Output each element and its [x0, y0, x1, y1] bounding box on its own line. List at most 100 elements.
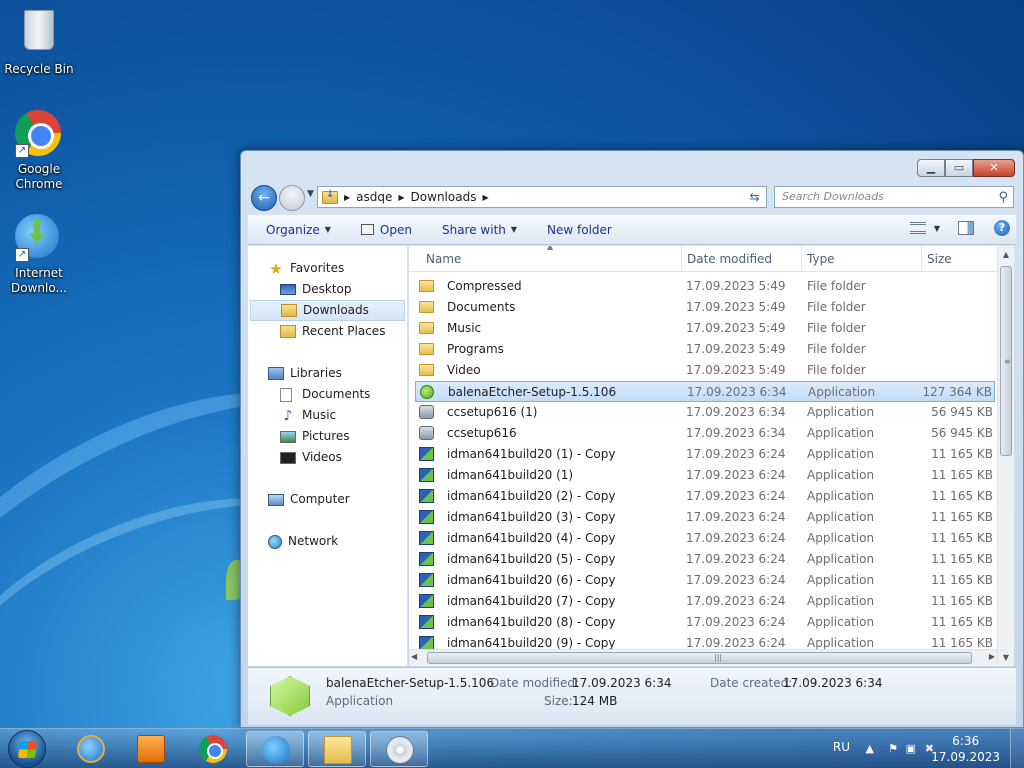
file-list: ▲ Name Date modified Type Size Compresse… [409, 246, 997, 666]
recent-pages-dropdown[interactable]: ▼ [307, 189, 314, 199]
scroll-down-arrow-icon[interactable]: ▼ [998, 649, 1014, 666]
file-size: 56 945 KB [931, 426, 993, 440]
search-input[interactable]: Search Downloads ⚲ [774, 186, 1014, 208]
file-row[interactable]: idman641build20 (4) - Copy 17.09.2023 6:2… [409, 528, 997, 549]
address-bar[interactable]: ▶ asdqe ▶ Downloads ▶ ▼ [317, 186, 767, 208]
breadcrumb-asdqe[interactable]: asdqe [356, 190, 392, 204]
change-view-icon[interactable] [909, 222, 926, 234]
horizontal-scroll-thumb[interactable]: ||| [427, 652, 972, 664]
nav-item-computer[interactable]: Computer [248, 489, 407, 510]
new-folder-button[interactable]: New folder [547, 223, 612, 237]
nav-item-favorites[interactable]: ★ Favorites [248, 258, 407, 279]
file-row[interactable]: ccsetup616 (1) 17.09.2023 6:34 Application… [409, 402, 997, 423]
file-row[interactable]: idman641build20 (7) - Copy 17.09.2023 6:2… [409, 591, 997, 612]
file-type: File folder [807, 300, 866, 314]
help-icon[interactable]: ? [994, 220, 1010, 236]
column-header-date-modified[interactable]: Date modified [687, 252, 772, 266]
file-date-modified: 17.09.2023 6:24 [686, 594, 786, 608]
file-date-modified: 17.09.2023 6:24 [686, 615, 786, 629]
file-size: 11 165 KB [931, 447, 993, 461]
taskbar-internet-explorer[interactable] [62, 731, 120, 767]
organize-button[interactable]: Organize ▼ [266, 223, 331, 237]
chevron-down-icon[interactable]: ▼ [934, 224, 940, 233]
file-row[interactable]: idman641build20 (2) - Copy 17.09.2023 6:2… [409, 486, 997, 507]
show-hidden-icons-icon[interactable]: ▲ [866, 742, 874, 755]
start-button[interactable] [8, 730, 46, 768]
taskbar-google-chrome[interactable] [184, 731, 242, 767]
breadcrumb-separator[interactable]: ▶ [482, 193, 488, 202]
desktop-icon-recycle-bin[interactable]: Recycle Bin [0, 6, 78, 77]
vertical-scrollbar[interactable]: ▲ ≡ ▼ [997, 246, 1014, 666]
show-desktop-button[interactable] [1010, 729, 1024, 768]
folder-row[interactable]: Music 17.09.2023 5:49 File folder [409, 318, 997, 339]
back-button[interactable]: ← [251, 185, 277, 211]
nav-item-documents[interactable]: Documents [248, 384, 407, 405]
desktop-icon-internet-download-manager[interactable]: ↗ Internet Downlo... [0, 214, 78, 296]
breadcrumb-separator[interactable]: ▶ [344, 193, 350, 202]
file-size: 11 165 KB [931, 594, 993, 608]
network-icon [268, 534, 282, 549]
file-row[interactable]: idman641build20 (3) - Copy 17.09.2023 6:2… [409, 507, 997, 528]
nav-item-label: Network [288, 534, 339, 548]
file-row[interactable]: idman641build20 (8) - Copy 17.09.2023 6:2… [409, 612, 997, 633]
file-type: Application [807, 552, 875, 566]
column-header-name[interactable]: Name [426, 252, 461, 266]
file-row[interactable]: idman641build20 (5) - Copy 17.09.2023 6:2… [409, 549, 997, 570]
nav-item-desktop[interactable]: Desktop [248, 279, 407, 300]
file-row[interactable]: balenaEtcher-Setup-1.5.106 17.09.2023 6:3… [415, 381, 995, 402]
folder-row[interactable]: Documents 17.09.2023 5:49 File folder [409, 297, 997, 318]
breadcrumb-separator[interactable]: ▶ [398, 193, 404, 202]
network-icon[interactable]: ▣ [906, 742, 916, 755]
action-center-flag-icon[interactable]: ⚑ [888, 742, 898, 755]
maximize-button[interactable]: ▭ [945, 159, 973, 177]
file-date-modified: 17.09.2023 5:49 [686, 363, 786, 377]
nav-item-libraries[interactable]: Libraries [248, 363, 407, 384]
file-type: Application [807, 426, 875, 440]
taskbar-internet-download-manager[interactable] [246, 731, 304, 767]
scroll-right-arrow-icon[interactable]: ▶ [989, 652, 995, 661]
file-name: Video [447, 363, 481, 377]
file-name: idman641build20 (8) - Copy [447, 615, 616, 629]
scroll-up-arrow-icon[interactable]: ▲ [998, 246, 1014, 263]
forward-button[interactable] [279, 185, 305, 211]
preview-pane-icon[interactable] [958, 221, 974, 235]
search-icon[interactable]: ⚲ [998, 188, 1008, 208]
document-icon [280, 387, 292, 402]
folder-row[interactable]: Compressed 17.09.2023 5:49 File folder [409, 276, 997, 297]
nav-item-recent-places[interactable]: Recent Places [248, 321, 407, 342]
file-row[interactable]: idman641build20 (1) - Copy 17.09.2023 6:2… [409, 444, 997, 465]
file-name: balenaEtcher-Setup-1.5.106 [448, 385, 617, 399]
file-type: Application [807, 531, 875, 545]
column-header-type[interactable]: Type [807, 252, 835, 266]
taskbar-media-player[interactable] [122, 731, 180, 767]
breadcrumb-downloads[interactable]: Downloads [411, 190, 477, 204]
file-row[interactable]: idman641build20 (6) - Copy 17.09.2023 6:2… [409, 570, 997, 591]
taskbar-disc-burner[interactable] [370, 731, 428, 767]
nav-item-label: Libraries [290, 366, 342, 380]
column-header-size[interactable]: Size [927, 252, 952, 266]
folder-row[interactable]: Programs 17.09.2023 5:49 File folder [409, 339, 997, 360]
clock[interactable]: 6:36 17.09.2023 [931, 733, 1000, 765]
file-type: File folder [807, 279, 866, 293]
scroll-left-arrow-icon[interactable]: ◀ [411, 652, 417, 661]
close-button[interactable]: ✕ [973, 159, 1015, 177]
vertical-scroll-thumb[interactable]: ≡ [1000, 266, 1012, 456]
desktop-icon-google-chrome[interactable]: ↗ Google Chrome [0, 110, 78, 192]
nav-item-music[interactable]: ♪ Music [248, 405, 407, 426]
nav-item-videos[interactable]: Videos [248, 447, 407, 468]
folder-row[interactable]: Video 17.09.2023 5:49 File folder [409, 360, 997, 381]
nav-item-pictures[interactable]: Pictures [248, 426, 407, 447]
file-row[interactable]: idman641build20 (1) 17.09.2023 6:24 Applic… [409, 465, 997, 486]
taskbar-windows-explorer[interactable] [308, 731, 366, 767]
nav-item-network[interactable]: Network [248, 531, 407, 552]
horizontal-scrollbar[interactable]: ◀ ||| ▶ [409, 649, 997, 666]
minimize-button[interactable]: ▁ [917, 159, 945, 177]
file-rows: Compressed 17.09.2023 5:49 File folder Docu… [409, 272, 997, 654]
language-indicator[interactable]: RU [833, 740, 850, 754]
desktop-icon [280, 284, 296, 295]
share-with-button[interactable]: Share with ▼ [442, 223, 517, 237]
open-button[interactable]: Open [360, 223, 412, 237]
refresh-button[interactable]: ⇆ [743, 186, 767, 208]
file-row[interactable]: ccsetup616 17.09.2023 6:34 Application 56 9… [409, 423, 997, 444]
nav-item-downloads[interactable]: Downloads [250, 300, 405, 321]
